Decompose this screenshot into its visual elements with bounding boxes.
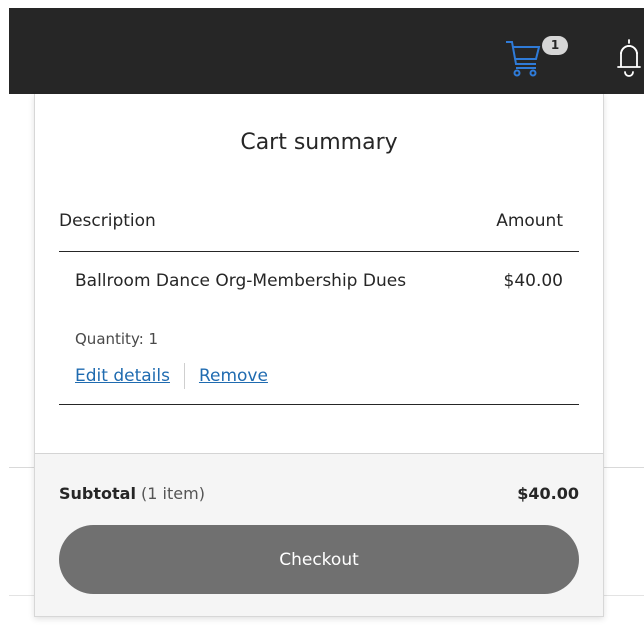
subtotal-label: Subtotal (1 item) — [59, 484, 205, 503]
cart-summary-footer: Subtotal (1 item) $40.00 Checkout — [35, 453, 603, 616]
subtotal-item-count: (1 item) — [141, 484, 205, 503]
cart-item-amount: $40.00 — [503, 271, 563, 291]
cart-item-actions: Edit details Remove — [75, 363, 268, 389]
description-column-header: Description — [59, 211, 156, 231]
shopping-cart-icon — [506, 41, 541, 77]
subtotal-value: $40.00 — [517, 484, 579, 503]
remove-item-link[interactable]: Remove — [199, 366, 268, 386]
cart-button[interactable]: 1 — [505, 36, 568, 80]
cart-summary-title: Cart summary — [240, 130, 398, 155]
cart-count-badge: 1 — [542, 36, 568, 55]
top-navigation-bar: 1 — [9, 8, 644, 94]
bell-icon — [617, 39, 641, 77]
checkout-button[interactable]: Checkout — [59, 525, 579, 594]
cart-summary-popover: Cart summary Description Amount Ballroom… — [34, 94, 604, 617]
left-edge — [0, 0, 9, 626]
amount-column-header: Amount — [496, 211, 563, 231]
actions-separator — [183, 363, 185, 389]
edit-details-link[interactable]: Edit details — [75, 366, 170, 386]
notifications-button[interactable] — [613, 36, 644, 80]
cart-item-quantity: Quantity: 1 — [75, 330, 159, 348]
subtotal-text: Subtotal — [59, 484, 136, 503]
cart-item-name: Ballroom Dance Org-Membership Dues — [75, 271, 407, 291]
table-header-divider — [59, 251, 579, 252]
page: 1 Cart summary Description Amount Ballro… — [0, 0, 644, 626]
table-footer-divider — [59, 404, 579, 405]
